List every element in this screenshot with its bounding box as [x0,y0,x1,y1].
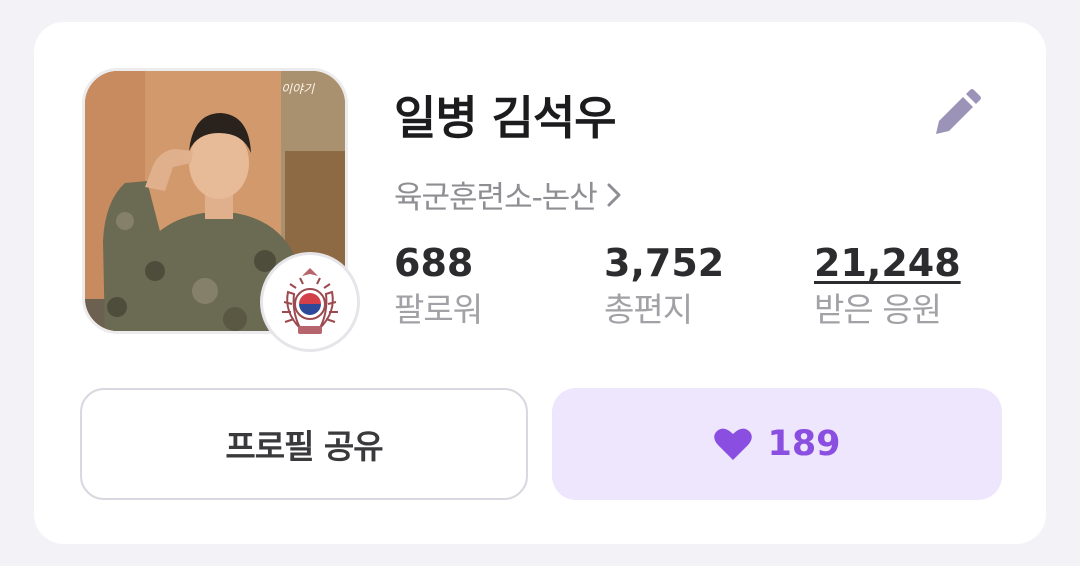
share-profile-button[interactable]: 프로필 공유 [80,388,528,500]
photo-overlay-text: 이야기 [281,82,315,96]
unit-link[interactable]: 육군훈련소-논산 [394,172,623,217]
unit-name: 육군훈련소-논산 [394,180,598,216]
stat-cheers-label: 받은 응원 [814,290,942,329]
army-emblem-icon [282,268,338,334]
chevron-right-icon [605,182,623,208]
army-emblem-badge [260,252,360,352]
stat-cheers[interactable]: 21,248 받은 응원 [814,240,961,334]
pencil-icon [936,89,981,134]
cheer-button[interactable]: 189 [552,388,1002,500]
stat-followers-value: 688 [394,241,474,285]
stat-letters-value: 3,752 [604,241,725,285]
stat-followers-label: 팔로워 [394,290,483,329]
stat-followers[interactable]: 688 팔로워 [394,240,483,334]
stat-cheers-value: 21,248 [814,241,961,285]
heart-icon [714,428,753,460]
stat-letters[interactable]: 3,752 총편지 [604,240,724,334]
profile-card: 이야기 일병 김석우 육군훈련소-논산 688 팔로워 3,752 총편지 21… [34,22,1046,544]
stat-letters-label: 총편지 [604,290,693,329]
profile-name: 일병 김석우 [394,91,617,145]
cheer-count: 189 [767,424,841,464]
edit-profile-button[interactable] [924,82,988,146]
